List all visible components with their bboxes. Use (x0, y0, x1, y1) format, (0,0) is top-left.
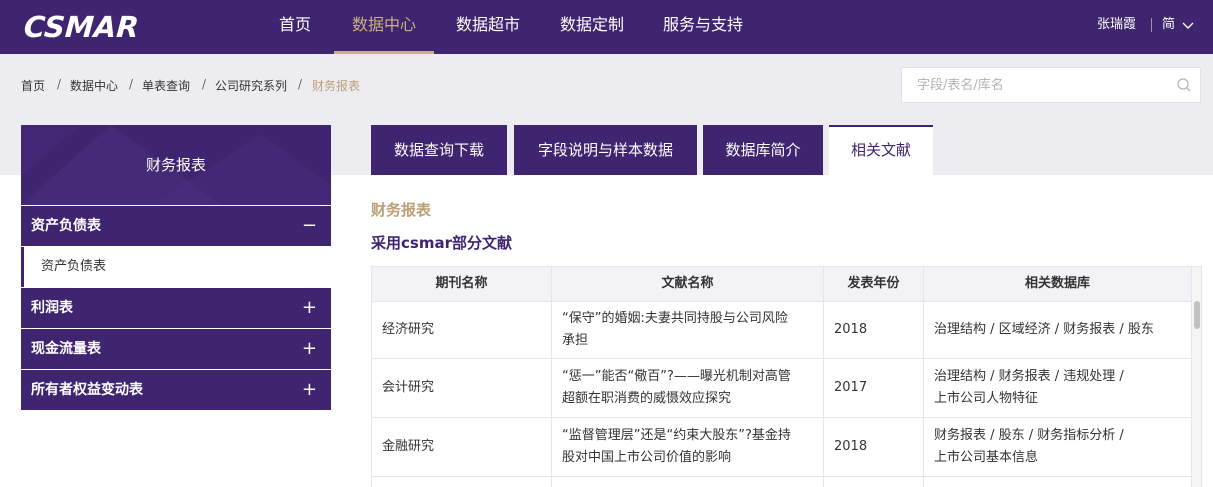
csmar-logo[interactable]: CSMAR (23, 10, 140, 44)
title-line: “保守”的婚姻:夫妻共同持股与公司风险 (562, 311, 788, 326)
search-input[interactable] (902, 68, 1162, 102)
table-cell-year: 2018 (824, 418, 924, 476)
table-cell-database[interactable]: 治理结构 / 区域经济 / 财务报表 / 股东 (924, 302, 1192, 358)
table-cell-journal: 金融研究 (372, 418, 552, 476)
sidebar-item-label: 现金流量表 (31, 341, 101, 357)
breadcrumb-separator: / (298, 77, 303, 91)
nav-data-market[interactable]: 数据超市 (443, 0, 533, 54)
breadcrumb-current: 财务报表 (312, 79, 361, 93)
sidebar-item-label: 利润表 (31, 300, 73, 316)
sidebar-item-cash-flow[interactable]: 现金流量表 + (21, 329, 331, 369)
table-cell-database[interactable]: 财务报表 / 股东 / 财务指标分析 / 上市公司基本信息 (924, 418, 1192, 476)
table-cell-title[interactable]: “监督管理层”还是“约束大股东”?基金持 股对中国上市公司价值的影响 (552, 418, 824, 476)
sidebar-item-label: 资产负债表 (31, 218, 101, 234)
expand-icon[interactable]: + (302, 288, 317, 328)
sidebar-item-label: 所有者权益变动表 (31, 382, 143, 398)
table-cell-journal (372, 477, 552, 487)
literature-table: 期刊名称 文献名称 发表年份 相关数据库 经济研究 “保守”的婚姻:夫妻共同持股… (371, 266, 1202, 487)
table-cell-title[interactable]: “惩一”能否“儆百”?——曝光机制对高管 超额在职消费的威慑效应探究 (552, 359, 824, 417)
sidebar-header: 财务报表 (21, 125, 331, 205)
title-line: “监督管理层”还是“约束大股东”?基金持 (562, 428, 791, 443)
search-box (901, 67, 1201, 103)
breadcrumb-separator: / (129, 77, 134, 91)
sidebar-item-income-statement[interactable]: 利润表 + (21, 288, 331, 328)
table-cell-year (824, 477, 924, 487)
collapse-icon[interactable]: − (302, 206, 317, 246)
database-line: 治理结构 / 区域经济 / 财务报表 / 股东 (934, 322, 1154, 337)
breadcrumb-company-research[interactable]: 公司研究系列 (215, 77, 287, 94)
table-cell-title[interactable]: “保守”的婚姻:夫妻共同持股与公司风险 承担 (552, 302, 824, 358)
search-icon[interactable] (1176, 77, 1192, 93)
column-header-database: 相关数据库 (924, 267, 1192, 301)
column-header-journal: 期刊名称 (372, 267, 552, 301)
database-line: 上市公司基本信息 (934, 450, 1039, 465)
table-cell-title (552, 477, 824, 487)
nav-home[interactable]: 首页 (262, 0, 328, 54)
table-cell-year: 2018 (824, 302, 924, 358)
breadcrumb-data-center[interactable]: 数据中心 (70, 77, 118, 94)
database-line: 上市公司人物特征 (934, 391, 1039, 406)
tab-field-description[interactable]: 字段说明与样本数据 (514, 125, 697, 175)
tab-related-literature[interactable]: 相关文献 (829, 125, 933, 175)
table-cell-year: 2017 (824, 359, 924, 417)
expand-icon[interactable]: + (302, 370, 317, 410)
table-scrollbar[interactable] (1192, 267, 1201, 487)
breadcrumb-separator: / (57, 77, 62, 91)
sidebar-title: 财务报表 (145, 156, 206, 174)
nav-data-center[interactable]: 数据中心 (339, 0, 429, 54)
table-cell-journal: 会计研究 (372, 359, 552, 417)
breadcrumb-single-table[interactable]: 单表查询 (142, 77, 190, 94)
nav-service-support[interactable]: 服务与支持 (650, 0, 756, 54)
user-name[interactable]: 张瑞霞 (1097, 0, 1136, 50)
title-line: “惩一”能否“儆百”?——曝光机制对高管 (562, 369, 791, 384)
column-header-year: 发表年份 (824, 267, 924, 301)
database-line: 财务报表 / 股东 / 财务指标分析 / (934, 428, 1124, 443)
section-title: 财务报表 (371, 201, 432, 219)
table-cell-database (924, 477, 1192, 487)
scrollbar-thumb[interactable] (1194, 301, 1200, 329)
expand-icon[interactable]: + (302, 329, 317, 369)
nav-data-custom[interactable]: 数据定制 (547, 0, 637, 54)
sidebar-item-equity-changes[interactable]: 所有者权益变动表 + (21, 370, 331, 410)
title-line: 承担 (562, 333, 589, 348)
database-line: 治理结构 / 财务报表 / 违规处理 / (934, 369, 1124, 384)
divider (1151, 18, 1152, 32)
chevron-down-icon[interactable] (1182, 19, 1194, 31)
breadcrumb-home[interactable]: 首页 (21, 77, 45, 94)
language-selector[interactable]: 简 (1162, 0, 1175, 50)
title-line: 股对中国上市公司价值的影响 (562, 450, 732, 465)
title-line: 超额在职消费的威慑效应探究 (562, 391, 732, 406)
column-header-title: 文献名称 (552, 267, 824, 301)
table-cell-database[interactable]: 治理结构 / 财务报表 / 违规处理 / 上市公司人物特征 (924, 359, 1192, 417)
section-subtitle: 采用csmar部分文献 (371, 234, 512, 252)
sidebar-subitem-balance-sheet[interactable]: 资产负债表 (21, 247, 331, 287)
tab-database-intro[interactable]: 数据库简介 (703, 125, 823, 175)
table-cell-journal: 经济研究 (372, 302, 552, 358)
tab-data-download[interactable]: 数据查询下载 (371, 125, 507, 175)
breadcrumb-separator: / (202, 77, 207, 91)
sidebar-item-balance-sheet[interactable]: 资产负债表 − (21, 206, 331, 246)
